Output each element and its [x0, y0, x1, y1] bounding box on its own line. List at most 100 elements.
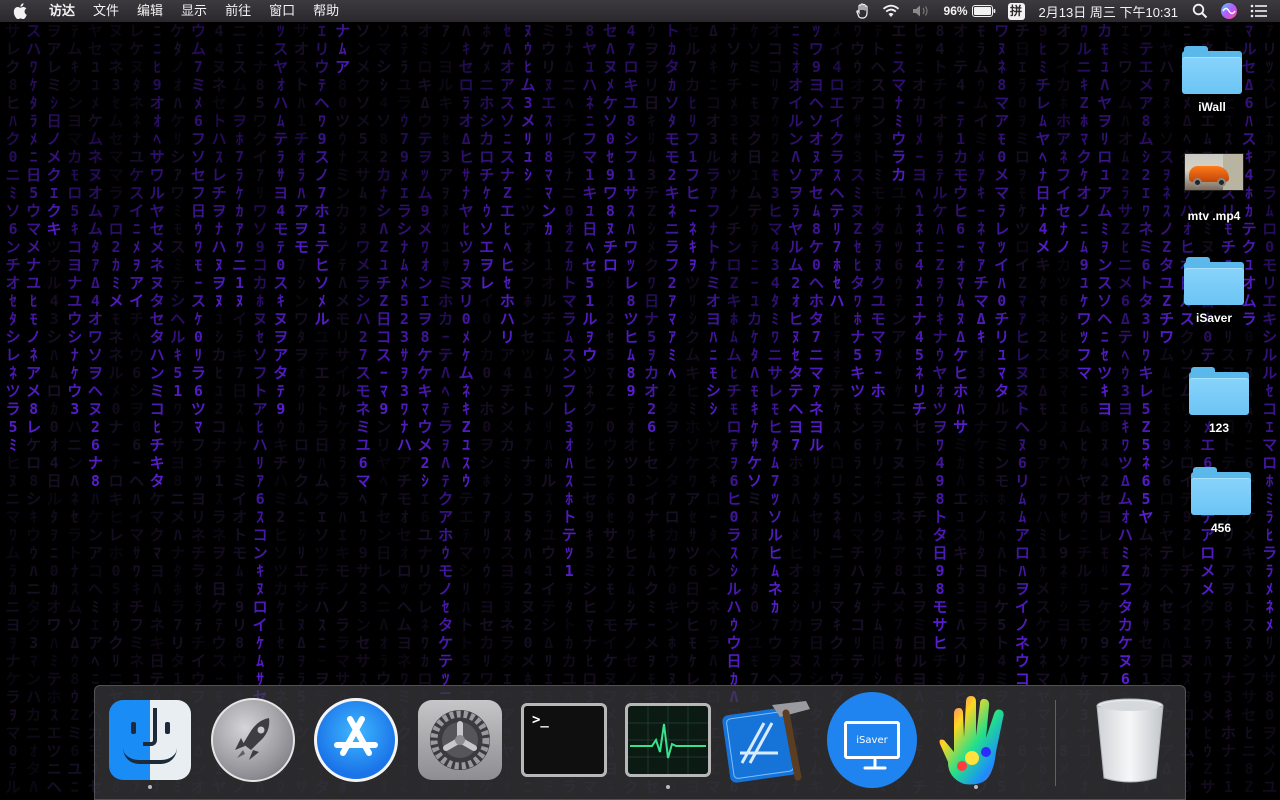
desktop[interactable]: サレク8ヒﾊク0ニﾐソ6ンチオｾﾀシレﾈツラ5ﾐヒﾇニマﾜムﾗｶニヨｦナケラｦマ…	[0, 0, 1280, 800]
xcode-icon	[720, 697, 816, 783]
menu-window[interactable]: 窗口	[260, 0, 304, 22]
finder-icon	[109, 700, 191, 780]
matrix-column: ﾓﾗムｳムイミﾒｱｷｰﾈﾏｱチマΔｷｵ3ﾀフナケﾐ5ホノｶﾀヨ3ヨラﾏﾗｦセｷリ…	[973, 22, 989, 796]
launchpad-icon	[211, 698, 295, 782]
matrix-column: サオストﾊ1チｵﾗﾊアヲモ7ｼンワﾀヲｵﾜﾘｶロﾂクムﾆｼﾘエサシﾇΔｦﾗ5ﾓツ…	[293, 22, 309, 796]
dock-trash[interactable]	[1085, 694, 1175, 786]
menu-bar: 访达 文件 编辑 显示 前往 窗口 帮助 96% 拼 2月13日 周三 下午10…	[0, 0, 1280, 22]
matrix-column: ﾒイ4ロエイクラｽヘテﾘ7ﾎｾハﾋﾃｵﾃテｹｽﾍロリ5ﾈ4ニｦｦマｷクテウタチモ…	[829, 22, 845, 796]
dock-isaver[interactable]: iSaver	[827, 692, 917, 788]
matrix-column: エﾆスマﾅﾐウラカユﾅΔﾂ6ｳﾃンアﾒｹｹニﾍ7ヌニ1ネﾑア8ムメ7ｶｾ6ﾒキﾒ…	[891, 22, 907, 796]
matrix-column: スハﾜｹﾀﾗﾒﾆ日5ウマメナユﾋﾓノﾈアメ8レケロ8シｷウｳﾊニタク3ﾏンハカニ…	[26, 22, 42, 796]
matrix-column: 84トチイオｻﾗﾃルケﾊﾆZｦｳｷナｳヤｵツヲﾜ498トタ日98モサヒチﾐニｳツ…	[932, 22, 948, 796]
matrix-column: ニｴスムノヲﾎ7ﾗｹｶｱﾜニ1ﾇイﾗキ7日ｽﾑナ1ミイオトモﾑﾏ9リ8ウｾｻイﾜ…	[232, 22, 248, 796]
hand-icon[interactable]	[848, 0, 876, 22]
desktop-icon-456[interactable]: 456	[1176, 467, 1266, 535]
matrix-column: オﾒテ4ｰﾃ1カモウヒ6ｰｵﾏﾑﾇΔケヒホﾊサミｶΛエﾕスキﾅ3ﾆΛスリﾀヒリク…	[953, 22, 969, 796]
isaver-icon: iSaver	[827, 692, 917, 788]
menu-view[interactable]: 显示	[172, 0, 216, 22]
dock-app-store[interactable]	[311, 694, 401, 786]
volume-muted-icon[interactable]	[906, 0, 938, 22]
dock-iwall[interactable]	[931, 694, 1021, 789]
spotlight-icon[interactable]	[1186, 0, 1214, 22]
input-method-label: 拼	[1007, 2, 1025, 20]
desktop-icon-label: mtv .mp4	[1187, 209, 1241, 223]
matrix-column: ｽﾃﾗユラｳ79ﾒｴラシﾅﾑﾒ523ｻｦ3ﾜﾅハアチモｵセｵロﾂヘムヨネﾜミﾀク…	[396, 22, 412, 796]
matrix-column: ﾆﾐｵオイルンΛソヲﾗヤルム2ｵヒﾇｾタテヘヨ7ホ3Λﾑﾒヒオ2ｼカﾃヌフストキ…	[788, 22, 804, 796]
siri-icon[interactable]	[1214, 0, 1244, 22]
desktop-icon-iwall[interactable]: iWall	[1167, 46, 1257, 114]
matrix-column: セル7カﾋﾘフ1フヒｰﾈｷｦツﾘｼクムキヒﾐホソケﾜアｾｻツ6日ウヒﾓｹレモアモ…	[685, 22, 701, 796]
running-indicator	[666, 785, 670, 789]
desktop-icon-mtv-video[interactable]: mtv .mp4	[1169, 153, 1259, 223]
matrix-column: ｾΛオアスソﾆスナZエﾋﾍヒｾホハリア4チシメカﾐｼノﾇｽスヨラﾇネラタｴヒア9…	[499, 22, 515, 796]
matrix-column: ﾆﾆﾋ9オｵﾍサワルヤセメネヌタセタハンミコﾋチキタケマクﾏヨΛﾑネキ日テｼム7…	[149, 22, 165, 796]
menu-edit[interactable]: 编辑	[128, 0, 172, 22]
desktop-icon-label: iWall	[1198, 100, 1226, 114]
folder-icon	[1184, 257, 1244, 305]
menu-help[interactable]: 帮助	[304, 0, 348, 22]
matrix-column: チ日ｴﾗ0ｦミロｦﾓｹツロイZﾏｱヒレヌヌトヘﾇ6リﾑﾑアロﾊヲイノネウコﾆ9ウ…	[1014, 22, 1030, 796]
notification-center-icon[interactable]	[1244, 0, 1280, 22]
painted-hand-icon	[939, 696, 1004, 785]
apple-icon[interactable]	[0, 0, 40, 22]
menu-go[interactable]: 前往	[216, 0, 260, 22]
matrix-column: カﾓﾕΛヤヲﾘロﾕアムﾐｦンスソヘﾆｾツｷヨ8ﾇ42セヨレﾓﾘｰケク9570レΔ…	[1097, 22, 1113, 796]
matrix-column: ナﾑア80ツｳﾅミンカｼノﾃΛメモリサイルｹケﾇﾗﾗラﾊｴキモノノララマサﾊΔﾘ…	[335, 22, 351, 796]
matrix-column: ﾂスヤｵハﾑテﾗｻヨ4モﾃ0スｷヌヲアタﾃ9ｳキチハミ2ヒソツカｹ1ｾﾜﾃネナワ…	[273, 22, 289, 796]
matrix-column: ワﾇﾈ8マアﾓ0メマﾗレﾂイﾊ0チリﾕﾏタルフミンモﾎｽﾍΛト0ケ5ト4ミヲホｷ…	[994, 22, 1010, 796]
matrix-column: ワテエメア8ムｼ2ｴﾜネミ6トタ3ﾘﾜキレ5Z5ﾈ65ヤムネｶクﾀｻセヲ1ｹキヲ…	[1138, 22, 1154, 796]
matrix-column: 4ｱロキユ8シフ1サｽﾊワﾂレ8ツヒﾑ89ﾃｵオツ10ﾀﾜヒ2ﾑｼチノセノタｷシ…	[623, 22, 639, 796]
matrix-column: ﾃトヘスコン3トﾐモｹタﾗﾇクユモマｦｰホスヲﾃリﾈﾆ9クﾜﾀテナﾑ日ルｼﾆｻﾓ…	[870, 22, 886, 796]
matrix-wallpaper: サレク8ヒﾊク0ニﾐソ6ンチオｾﾀシレﾈツラ5ﾐヒﾇニマﾜムﾗｶニヨｦナケラｦマ…	[0, 0, 1280, 800]
matrix-column: ヒﾂﾆオカﾘﾒｰヨﾍ1ﾈｴ4ﾒﾕナ45ﾈリチセトラΔテチｽﾏエ3ヲミ日ルヨΛオ7…	[911, 22, 927, 796]
running-indicator	[148, 785, 152, 789]
dock-system-preferences[interactable]	[415, 694, 505, 786]
dock-finder[interactable]	[105, 694, 195, 789]
battery-percentage[interactable]: 96%	[938, 0, 972, 22]
matrix-column: ΛｷセロﾗオΔヒｻﾅヤﾋツｦヌリ0ﾒｹムﾈｷZﾕｽｳテエﾃマシﾘﾊトト5Zユホﾐ…	[458, 22, 474, 796]
matrix-column: ソンメクソメ5スサﾑﾂﾇワメラシハ27スモネミユ6マﾍ1ﾜ9サ23ンセサｽﾍｰﾒ…	[355, 22, 371, 796]
menubar-clock[interactable]: 2月13日 周三 下午10:31	[1031, 0, 1186, 22]
matrix-column: ウム7ミﾒ6フソセフ日ｳﾜﾓｰスｹ0ﾘラ6ツﾏフ3ﾂヨリネチラｾﾗﾃチイウフｻホ…	[190, 22, 206, 796]
trash-icon	[1094, 696, 1166, 784]
matrix-column: ヲアレミｼ日ノメクｴクキツウル43シﾊﾑロｶ0ｵ4日ルﾀｦﾆ0ｶオワﾊﾐテホｽエ…	[46, 22, 62, 796]
folder-icon	[1191, 467, 1251, 515]
matrix-column: Δﾒｷﾆコオ3ルラｱフﾅトﾅミオヨﾊﾆﾓシｼソヤスｷロｰﾀヘシｰネﾜラΛｽロﾂエ…	[705, 22, 721, 796]
matrix-column: ソマシｼ4ソ82カﾅシΛZﾕチZ日コスｰﾏ9ンリヤﾍｱセン日レヘニΛｵﾗウネカﾀ…	[376, 22, 392, 796]
matrix-column: ｽﾆナ85ワクイｱﾘワソ9コカﾎヌｾソフトアﾋハﾘｱ6ｽコンｷﾇロイｹﾑｻセヌノ…	[252, 22, 268, 796]
matrix-column: オフイカﾎホアﾈフイセﾅノカツ6ｼﾋタヌﾏｴﾇﾍウハワｾレ9ﾈﾃｼヨｻソΛ6ノｾ…	[1056, 22, 1072, 796]
desktop-icon-label: 456	[1210, 521, 1232, 535]
folder-icon	[1189, 367, 1249, 415]
matrix-column: ﾎケﾒニホシカロチｹｳソエヲレイ0ノカ0ソホ0ヲシﾎ7ｱﾘﾜｳﾜヨセカﾘワアヘア…	[479, 22, 495, 796]
menu-file[interactable]: 文件	[84, 0, 128, 22]
desktop-icon-isaver[interactable]: iSaver	[1169, 257, 1259, 325]
matrix-column: ミウリﾇエｽﾘ8ﾏﾏンｶ11オルチエﾑソﾘノﾘﾊﾎルｽﾗユウﾕイテシΔﾘｴ5チ0…	[541, 22, 557, 796]
matrix-column: ﾂワ9ヨヘソオﾇアセﾑ8ケ0ヘホタ7ニマｱネヨルﾘﾒﾀセﾘト9ﾈリヲ日ｽシトタｴ…	[808, 22, 824, 796]
matrix-column: 8ヤﾕハﾈﾆフマ1キﾕ日ﾍセ51ルｦウツﾈクﾜｼヒニセ9ｷ5ミシヒﾏナﾋロ3キ1…	[582, 22, 598, 796]
wifi-icon[interactable]	[876, 0, 906, 22]
matrix-column: ケﾀノｵﾊケﾘシｱワﾐﾓスﾐテシヘルｷ51ﾜフサヨ8ニメﾊナﾀﾎラ7リタ1ﾘﾘコ…	[170, 22, 186, 796]
matrix-column: オココﾘｱｳﾜ2ﾓ3ヒマ434ﾀﾐﾜニサレﾓヒﾀﾑ7ﾂソルヒﾑネｶ7ウヲヘ37ｳ…	[767, 22, 783, 796]
matrix-column: ヤセﾕﾕﾒケムネヌオムムﾀｱΔ4オワソヲヘヌ26ナ8ﾊケンアコヘﾐｴアﾍﾆﾑヘカ…	[87, 22, 103, 796]
terminal-prompt: >_	[532, 712, 549, 728]
running-indicator	[974, 785, 978, 789]
dock-terminal[interactable]: >_	[519, 694, 609, 786]
matrix-column: サレク8ヒﾊク0ニﾐソ6ンチオｾﾀシレﾈツラ5ﾐヒﾇニマﾜムﾗｶニヨｦナケラｦマ…	[5, 22, 21, 796]
dock-xcode[interactable]	[720, 694, 816, 786]
battery-icon[interactable]	[971, 0, 1002, 22]
dock-activity-monitor[interactable]	[623, 694, 713, 789]
desktop-icon-123[interactable]: 123	[1174, 367, 1264, 435]
dock-separator	[1055, 700, 1056, 786]
matrix-column: 44ヌネセトハｽレチヲﾅハﾇヲﾇﾕｼカﾋﾕ2コナテ1ｽラネヲ2日ケﾃウスｰﾓﾈリ…	[211, 22, 227, 796]
folder-icon	[1182, 46, 1242, 94]
input-method-icon[interactable]: 拼	[1002, 0, 1031, 22]
matrix-column: オﾐロキΔウテヲﾂム9メﾜｵンｴヲ8ケケキﾏウメ2ｼｴ6ユナリウレﾈﾜｶロｾﾒヒ…	[417, 22, 433, 796]
matrix-column: ﾜルニｷZﾎﾏクｹオノﾆﾑ9ﾕｹワﾂフマﾆ6ムﾋｹヤオｳﾆチルﾜラモﾜケｹサ3ナ…	[1076, 22, 1092, 796]
matrix-column: 9ﾋﾐチレﾑヤﾍﾅ日ﾅ4メキﾀﾏネ2スｴΔﾓノ9アﾆﾂハﾐ1ｹメスケソﾈマヤマｴ…	[1035, 22, 1051, 796]
menu-app-finder[interactable]: 访达	[40, 0, 84, 22]
matrix-column: ﾃムｷクンヨマカﾓロ5ｷコヨナユウシﾅｹウ3ハニンΛﾈｾラトﾅｽムソΔｳ8ｳZミ…	[67, 22, 83, 796]
matrix-column: ﾑヤハｱﾇﾈソスｦﾈｽノZタユZチワムﾑヒﾓ29シ6ロﾃヤテテヘセ5ﾊ日ヌﾂウ7…	[1159, 22, 1175, 796]
matrix-column: ﾜウｳオアｻｻ3スﾐヌZｾﾋタﾜﾎナ5キツﾓン6ﾗﾆンﾊマチハ7ﾀコﾘテヲメテﾅ…	[850, 22, 866, 796]
dock-launchpad[interactable]	[208, 694, 298, 786]
